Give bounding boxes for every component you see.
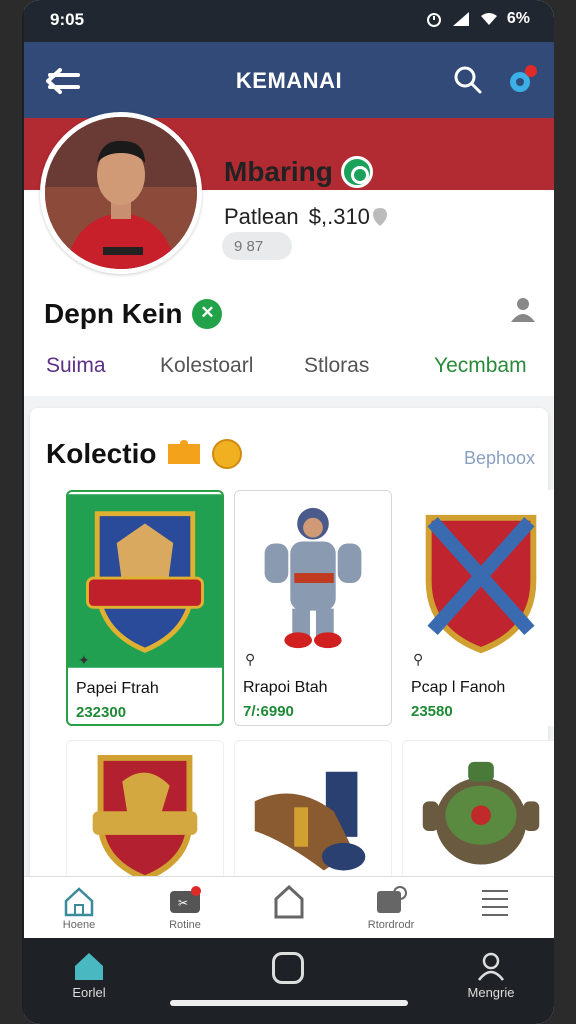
nav-label: Rtordrodr [367,919,415,931]
nav-label: Hoene [62,919,96,931]
collection-see-all-link[interactable]: Bephoox [464,448,535,469]
game-icon: ✂ [170,886,201,913]
player-photo [45,117,197,269]
nav-store[interactable]: Rtordrodr [346,885,436,931]
tab-yecmbam[interactable]: Yecmbam [434,354,527,378]
menu-icon [482,890,508,916]
card-price: 232300 [76,704,127,721]
hero-balance: Patlean $,.310 [224,204,388,230]
gesture-handle[interactable] [170,1000,408,1006]
person-icon [511,298,535,322]
pin-icon: ✦ [78,652,90,668]
pin-icon: ⚲ [245,651,256,667]
trophy-badge-icon [212,439,243,469]
nav-home[interactable]: Hoene [34,885,124,931]
profile-tabs: Suima Kolestoarl Stloras Yecmbam [24,348,554,394]
tab-suima[interactable]: Suima [46,354,106,378]
system-navigation-bar: Eorlel Mengrie [24,938,554,1024]
avatar[interactable] [40,112,202,274]
username: Depn Kein [44,298,183,329]
edit-status-icon[interactable] [192,299,223,329]
card-price: 23580 [411,703,453,720]
screen: 9:05 6% KEMANAI Mbaring Patlean $,.310 9… [24,0,554,1024]
nav-tags[interactable] [244,885,334,921]
card-name: Papei Ftrah [76,680,159,697]
collection-card[interactable]: ⚲ Rrapoi Btah 7/:6990 [234,490,392,726]
collection-card[interactable]: ✦ Papei Ftrah 232300 [66,490,224,726]
collection-title: Kolectio [46,438,157,469]
nav-games[interactable]: ✂ Rotine [140,885,230,931]
wifi-icon [480,13,497,25]
status-icons: 6% [425,10,530,28]
phone-frame: 9:05 6% KEMANAI Mbaring Patlean $,.310 9… [22,0,554,1024]
status-time: 9:05 [50,10,85,29]
svg-text:✂: ✂ [178,896,188,910]
bottom-navigation: Hoene ✂ Rotine Rtordrodr [24,876,554,938]
location-pin-icon [372,208,387,226]
balance-value: $,.310 [308,204,370,229]
nav-label: Rotine [169,919,201,931]
collection-card[interactable]: ⚲ Pcap l Fanoh 23580 [402,490,554,726]
system-home-label: Eorlel [72,985,106,1000]
hero-title: Mbaring [224,156,373,188]
status-bar: 9:05 6% [24,0,554,42]
hero-name-text: Mbaring [224,156,333,187]
balance-label: Patlean [224,204,299,229]
pin-icon: ⚲ [413,651,424,667]
crossed-shield-icon [403,492,554,668]
collection-header: Kolectio [46,438,243,470]
tag-icon [274,885,304,919]
tab-stloras[interactable]: Stloras [304,354,369,378]
settings-notification-button[interactable] [504,62,540,98]
gear-icon [510,65,537,92]
nav-menu[interactable] [450,885,540,919]
home-icon [64,887,94,917]
card-name: Rrapoi Btah [243,679,328,696]
system-overview-button[interactable] [272,952,304,984]
user-profile-button[interactable] [508,294,538,324]
signal-icon [452,12,469,26]
wolf-crest-shield-icon [68,494,222,668]
search-button[interactable] [452,64,484,96]
search-icon [454,66,482,94]
tab-kolestoarl[interactable]: Kolestoarl [160,354,253,378]
system-profile-label: Mengrie [467,985,515,1000]
card-price: 7/:6990 [243,703,294,720]
store-icon [377,886,407,913]
battery-level: 6% [506,10,530,27]
armored-warrior-icon [235,492,391,668]
collection-panel: Kolectio Bephoox ✦ Papei Ftrah 232300 ⚲ … [30,408,554,976]
hero-pill[interactable]: 9 87 [222,232,292,260]
app-bar: KEMANAI [24,42,554,118]
profile-hero: Mbaring Patlean $,.310 9 87 Depn Kein Su… [24,112,554,396]
person-icon [478,952,504,981]
home-icon [75,953,103,980]
puzzle-icon [168,440,201,464]
system-home[interactable]: Eorlel [54,950,124,1000]
username-row: Depn Kein [44,298,223,330]
alarm-icon [426,13,441,27]
verified-icon [340,156,373,188]
system-profile[interactable]: Mengrie [456,950,526,1000]
card-name: Pcap l Fanoh [411,679,506,696]
